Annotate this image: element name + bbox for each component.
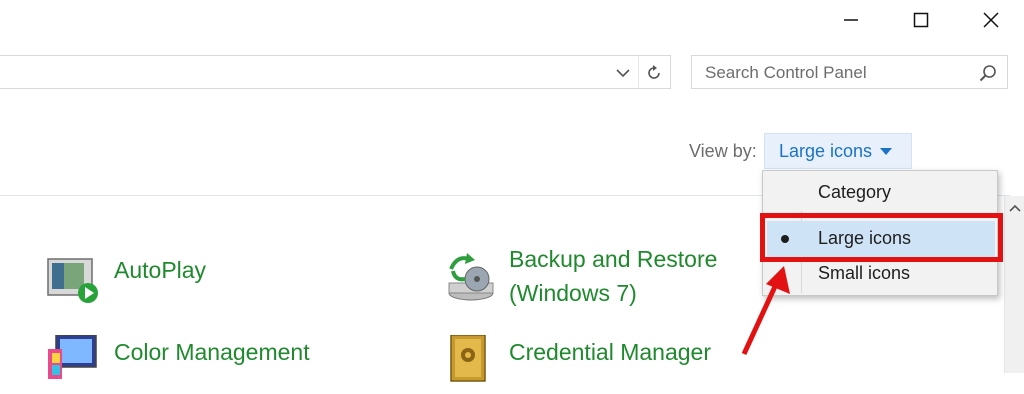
minimize-icon (844, 19, 858, 21)
item-backup-restore[interactable]: Backup and Restore (Windows 7) (441, 243, 717, 310)
address-separator (638, 56, 639, 88)
vertical-scrollbar[interactable] (1004, 196, 1024, 373)
chevron-down-icon (616, 69, 630, 78)
maximize-button[interactable] (898, 0, 944, 40)
item-label: Color Management (114, 339, 310, 365)
view-by-value: Large icons (779, 140, 873, 161)
backup-restore-icon (441, 249, 495, 303)
annotation-highlight-box (760, 213, 1003, 262)
address-bar[interactable] (0, 55, 671, 89)
credential-manager-icon (441, 334, 495, 389)
menu-item-small-icons[interactable]: Small icons (818, 263, 910, 284)
search-icon[interactable] (978, 63, 998, 83)
annotation-arrow-icon (741, 266, 790, 356)
close-icon (983, 12, 999, 28)
item-label-line1: Backup and Restore (509, 246, 718, 272)
search-box[interactable]: Search Control Panel (691, 55, 1008, 89)
item-color-management[interactable]: Color Management (46, 334, 310, 389)
maximize-icon (913, 12, 929, 28)
item-autoplay[interactable]: AutoPlay (46, 253, 206, 307)
address-history-button[interactable] (611, 64, 635, 82)
chevron-up-icon[interactable] (1009, 204, 1021, 212)
close-button[interactable] (968, 0, 1014, 40)
minimize-button[interactable] (828, 0, 874, 40)
item-label: Credential Manager (509, 339, 712, 365)
item-label: AutoPlay (114, 257, 207, 283)
refresh-icon (648, 65, 660, 79)
autoplay-icon (46, 253, 100, 307)
item-label-line2: (Windows 7) (509, 280, 637, 306)
view-by-dropdown[interactable]: Large icons (764, 133, 912, 169)
view-by-label: View by: (689, 141, 757, 161)
color-management-icon (46, 334, 100, 389)
menu-item-category[interactable]: Category (818, 182, 891, 203)
refresh-button[interactable] (642, 63, 666, 83)
search-placeholder: Search Control Panel (705, 63, 867, 82)
item-credential-manager[interactable]: Credential Manager (441, 334, 712, 389)
caret-down-icon (880, 147, 893, 155)
